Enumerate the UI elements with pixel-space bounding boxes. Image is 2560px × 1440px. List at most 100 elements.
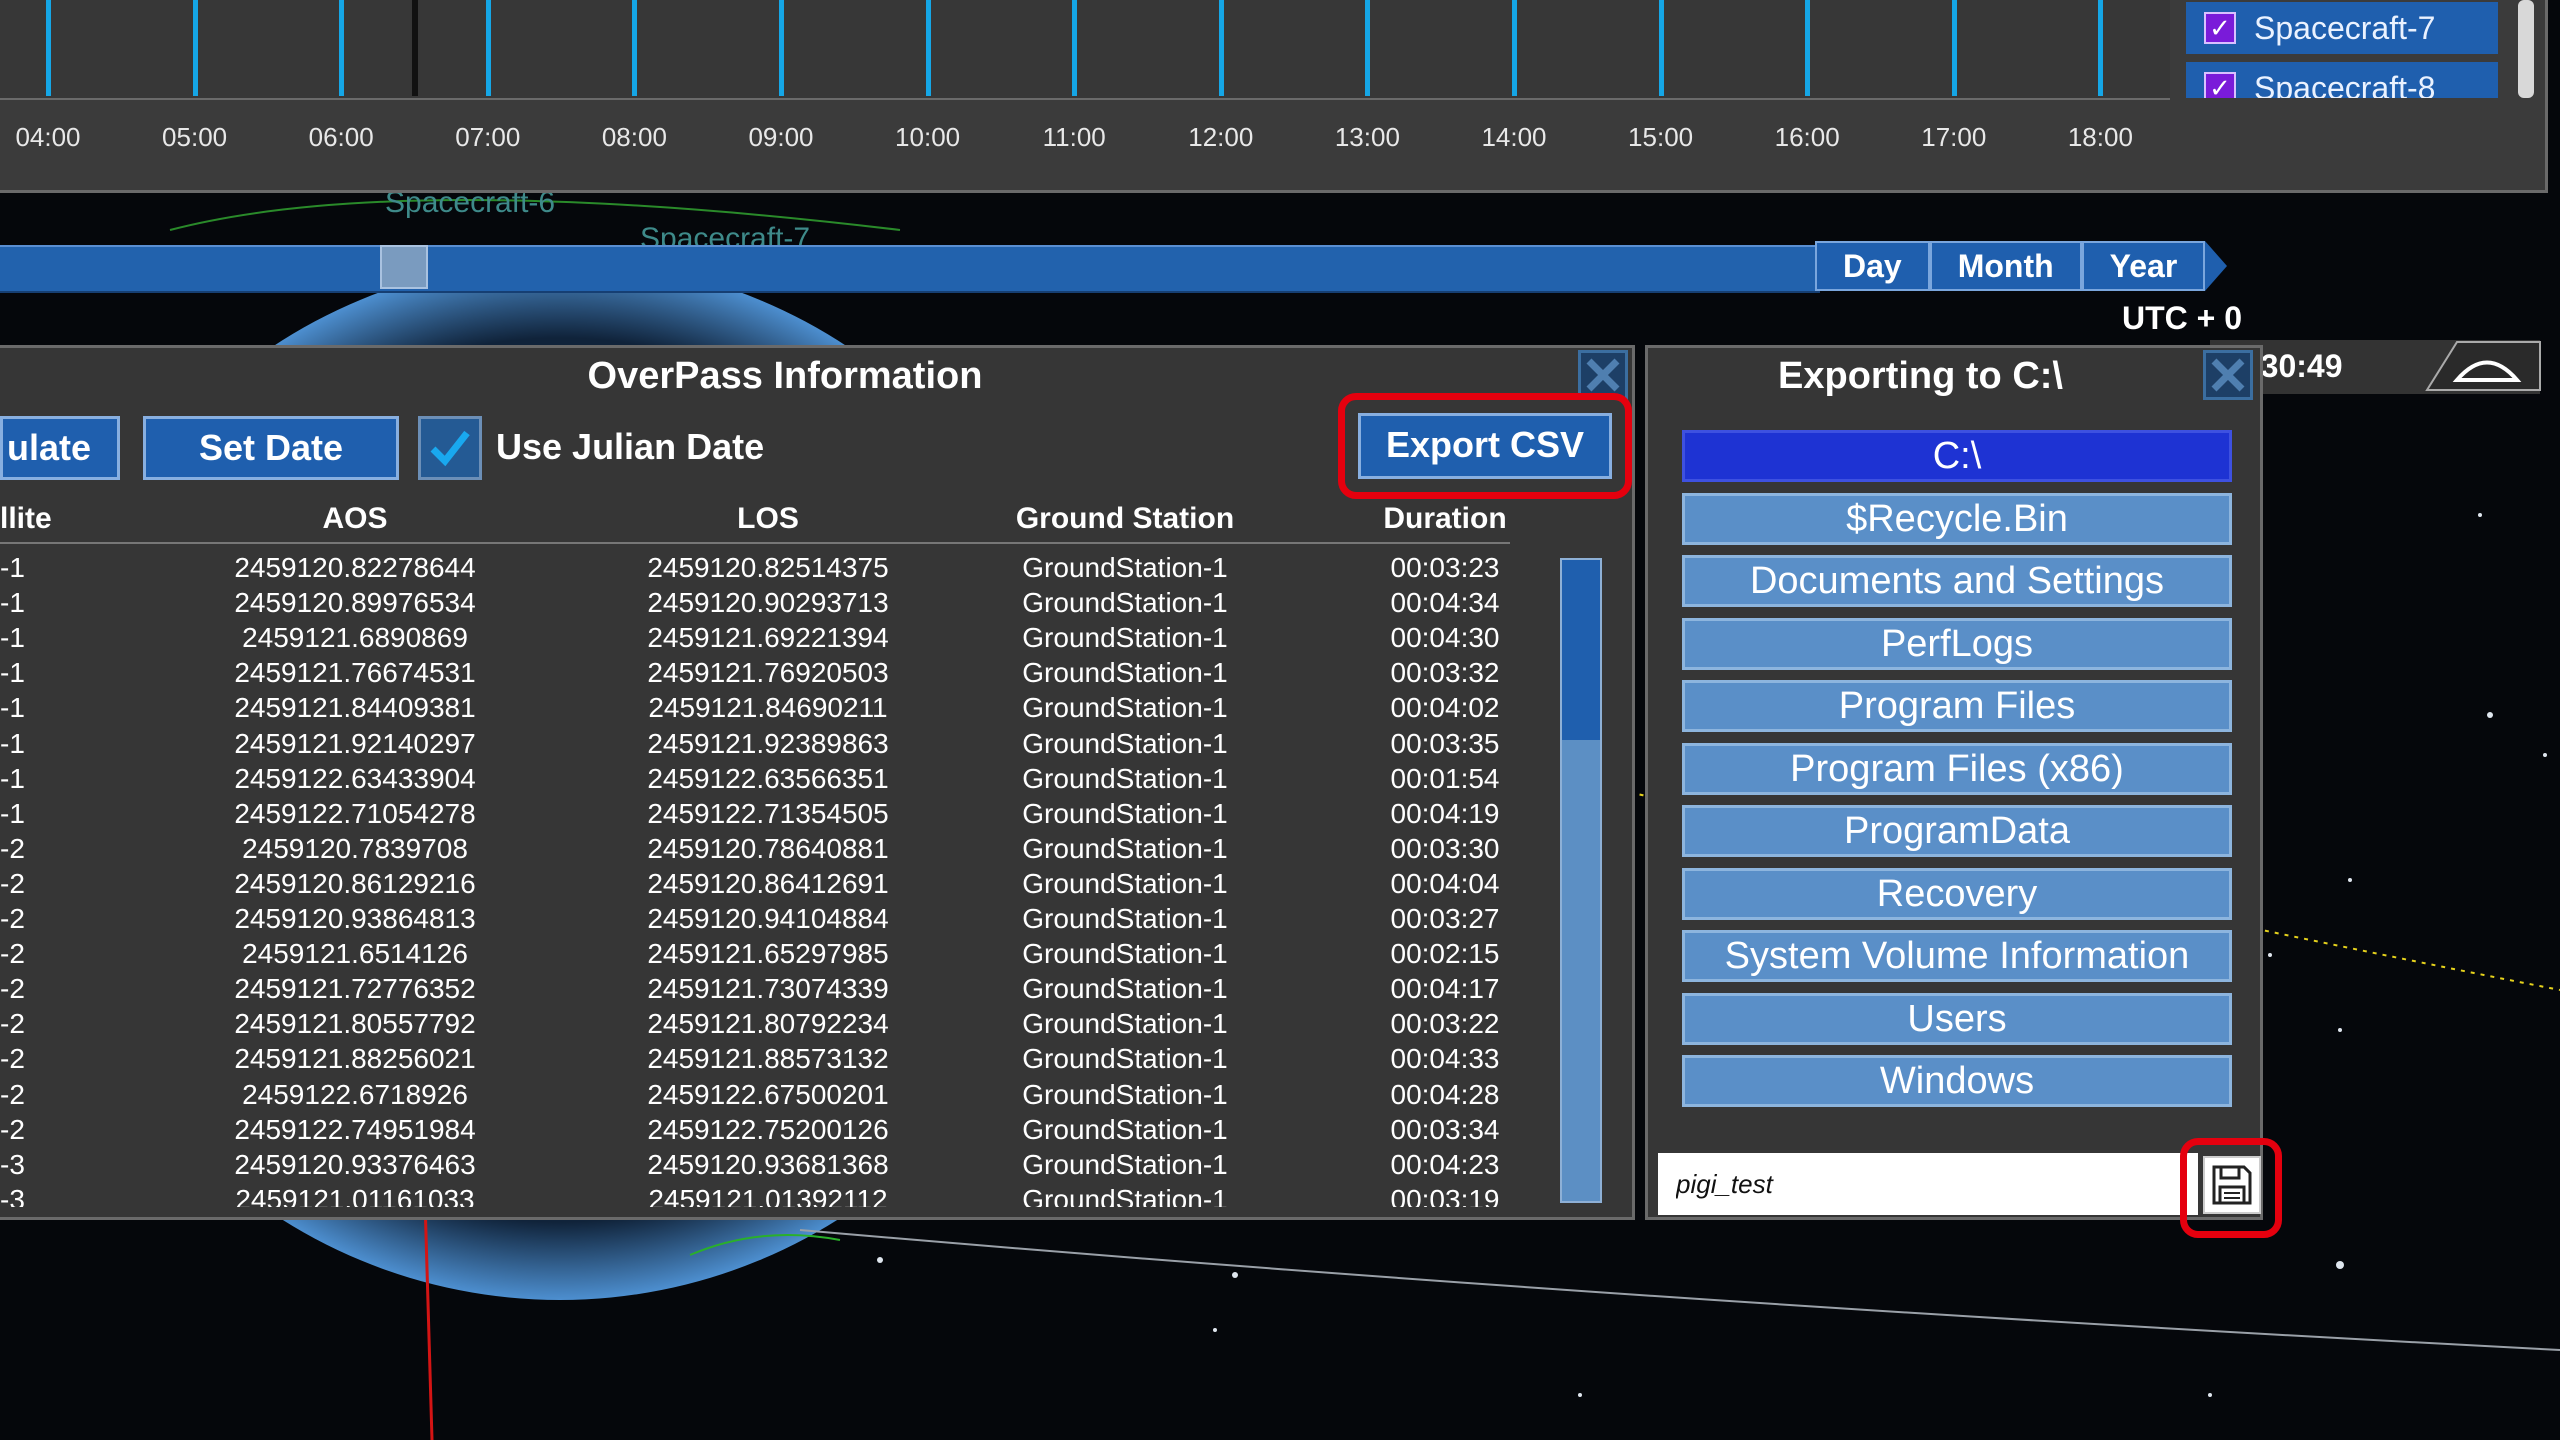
table-row[interactable]: -1 2459121.84409381 2459121.84690211 Ground… — [0, 692, 1540, 727]
table-cell: 2459121.88256021 — [234, 1043, 476, 1075]
table-cell: 00:03:32 — [1390, 657, 1500, 689]
day-button[interactable]: Day — [1815, 241, 1930, 291]
timeline-hour-label: 07:00 — [455, 122, 521, 152]
timeline-hour-label: 10:00 — [895, 122, 961, 152]
collapse-up-icon[interactable] — [2422, 340, 2542, 394]
overpass-panel: OverPass Information ulate Set Date Use … — [0, 345, 1635, 1220]
table-cell: 2459120.86412691 — [647, 867, 889, 899]
filename-input[interactable] — [1658, 1153, 2198, 1215]
export-close-button[interactable] — [2203, 350, 2253, 400]
spacecraft-list: ✓ Spacecraft-7 ✓ Spacecraft-8 — [2178, 0, 2504, 98]
checkbox-checked-icon[interactable]: ✓ — [2204, 72, 2236, 98]
table-row[interactable]: -2 2459121.80557792 2459121.80792234 Ground… — [0, 1008, 1540, 1043]
table-row[interactable]: -2 2459122.6718926 2459122.67500201 GroundS… — [0, 1079, 1540, 1114]
table-cell: 2459122.71054278 — [234, 797, 476, 829]
table-cell: GroundStation-1 — [1022, 692, 1228, 724]
timeline-tick — [632, 0, 638, 96]
directory-button[interactable]: Windows — [1682, 1055, 2232, 1107]
table-row[interactable]: -1 2459121.6890869 2459121.69221394 GroundS… — [0, 622, 1540, 657]
table-cell: 00:04:33 — [1390, 1043, 1500, 1075]
timeline-tick — [339, 0, 345, 96]
table-row[interactable]: -2 2459122.74951984 2459122.75200126 Ground… — [0, 1114, 1540, 1149]
table-row[interactable]: -2 2459121.6514126 2459121.65297985 GroundS… — [0, 938, 1540, 973]
range-selector: Day Month Year — [1815, 241, 2228, 291]
timeline-track[interactable] — [0, 0, 2170, 100]
spacecraft-item-7[interactable]: ✓ Spacecraft-7 — [2186, 2, 2498, 54]
save-button[interactable] — [2203, 1156, 2261, 1214]
timeline-hour-label: 12:00 — [1188, 122, 1254, 152]
table-row[interactable]: -3 2459120.93376463 2459120.93681368 Ground… — [0, 1149, 1540, 1184]
month-button[interactable]: Month — [1929, 241, 2082, 291]
clock-readout: :30:49 — [2250, 348, 2343, 384]
column-ground-station: Ground Station — [1015, 502, 1235, 535]
table-row[interactable]: -3 2459121.01161033 2459121.01392112 Ground… — [0, 1184, 1540, 1207]
timeline-tick — [1658, 0, 1664, 96]
directory-button[interactable]: Program Files — [1682, 680, 2232, 732]
table-cell: 2459120.93376463 — [234, 1148, 476, 1180]
timeline-hour-label: 16:00 — [1774, 122, 1840, 152]
time-scale-handle[interactable] — [380, 245, 428, 289]
table-row[interactable]: -1 2459120.82278644 2459120.82514375 Ground… — [0, 552, 1540, 587]
table-row[interactable]: -1 2459121.92140297 2459121.92389863 Ground… — [0, 728, 1540, 763]
timeline-tick — [2098, 0, 2104, 96]
directory-button[interactable]: System Volume Information — [1682, 930, 2232, 982]
table-cell: -1 — [0, 657, 25, 689]
directory-button[interactable]: Users — [1682, 992, 2232, 1045]
table-row[interactable]: -1 2459121.76674531 2459121.76920503 Ground… — [0, 657, 1540, 692]
table-row[interactable]: -2 2459121.72776352 2459121.73074339 Ground… — [0, 973, 1540, 1008]
utc-offset-label: UTC + 0 — [2122, 300, 2243, 336]
directory-button[interactable]: $Recycle.Bin — [1682, 492, 2232, 545]
directory-button[interactable]: ProgramData — [1682, 805, 2232, 857]
table-cell: 00:03:34 — [1390, 1113, 1500, 1145]
directory-button[interactable]: C:\ — [1682, 430, 2232, 482]
table-row[interactable]: -2 2459120.7839708 2459120.78640881 GroundS… — [0, 833, 1540, 868]
table-cell: 2459120.82514375 — [647, 552, 889, 583]
timeline-hour-label: 13:00 — [1334, 122, 1400, 152]
table-scroll-thumb[interactable] — [1562, 560, 1600, 740]
table-cell: 2459121.69221394 — [647, 622, 889, 654]
set-date-button[interactable]: Set Date — [143, 416, 399, 480]
spacecraft-list-scrollbar[interactable] — [2518, 0, 2534, 98]
current-time-marker — [412, 0, 418, 96]
directory-button[interactable]: Documents and Settings — [1682, 555, 2232, 607]
calculate-button[interactable]: ulate — [0, 416, 120, 480]
table-cell: GroundStation-1 — [1022, 903, 1228, 934]
table-cell: GroundStation-1 — [1022, 1008, 1228, 1040]
timeline-panel: ✓ Spacecraft-7 ✓ Spacecraft-8 04:00 05:00… — [0, 0, 2548, 193]
table-row[interactable]: -2 2459121.88256021 2459121.88573132 Ground… — [0, 1043, 1540, 1078]
timeline-tick — [1512, 0, 1517, 96]
table-row[interactable]: -2 2459120.93864813 2459120.94104884 Ground… — [0, 903, 1540, 938]
directory-button[interactable]: Recovery — [1682, 867, 2232, 920]
table-row[interactable]: -2 2459120.86129216 2459120.86412691 Ground… — [0, 868, 1540, 903]
timeline-tick — [1365, 0, 1371, 96]
table-cell: -1 — [0, 797, 25, 829]
directory-button[interactable]: PerfLogs — [1682, 617, 2232, 670]
timeline-hour-label: 11:00 — [1042, 122, 1106, 152]
spacecraft-label: Spacecraft-8 — [2254, 69, 2436, 99]
column-los: LOS — [737, 502, 799, 535]
table-cell: 2459121.92140297 — [234, 727, 476, 759]
directory-button[interactable]: Program Files (x86) — [1682, 742, 2232, 795]
table-cell: 00:03:23 — [1390, 552, 1500, 583]
table-cell: 00:03:27 — [1390, 903, 1500, 934]
spacecraft-item-8[interactable]: ✓ Spacecraft-8 — [2186, 62, 2498, 98]
table-cell: GroundStation-1 — [1022, 727, 1228, 759]
table-scrollbar[interactable] — [1560, 558, 1602, 1203]
table-cell: GroundStation-1 — [1022, 552, 1228, 583]
table-cell: 2459122.74951984 — [234, 1113, 476, 1145]
table-cell: 2459121.84690211 — [648, 692, 888, 724]
table-row[interactable]: -1 2459120.89976534 2459120.90293713 Ground… — [0, 587, 1540, 622]
julian-date-checkbox[interactable] — [418, 416, 482, 480]
export-csv-button[interactable]: Export CSV — [1358, 413, 1612, 479]
table-row[interactable]: -1 2459122.71054278 2459122.71354505 Ground… — [0, 798, 1540, 833]
year-button[interactable]: Year — [2081, 241, 2206, 291]
table-cell: 2459120.94104884 — [647, 903, 889, 934]
table-cell: 2459121.6514126 — [242, 938, 468, 970]
table-cell: 2459120.93681368 — [647, 1148, 889, 1180]
checkbox-checked-icon[interactable]: ✓ — [2204, 12, 2236, 44]
table-row[interactable]: -1 2459122.63433904 2459122.63566351 Ground… — [0, 763, 1540, 798]
time-scale-bar[interactable] — [0, 245, 1820, 293]
overpass-close-button[interactable] — [1578, 350, 1628, 400]
table-cell: -2 — [0, 1078, 25, 1110]
table-cell: 2459121.6890869 — [242, 622, 468, 654]
